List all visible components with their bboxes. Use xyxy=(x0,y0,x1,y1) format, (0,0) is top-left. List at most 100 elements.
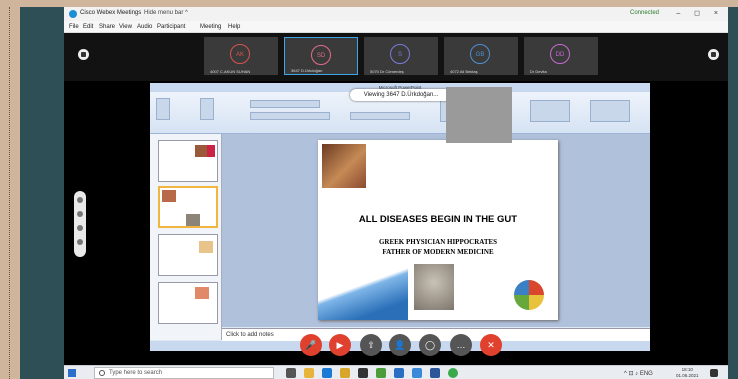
menu-file[interactable]: File xyxy=(69,24,79,30)
search-placeholder: Type here to search xyxy=(109,370,163,376)
annotation-toolbar xyxy=(74,191,86,257)
hippocrates-bust-image xyxy=(414,264,454,310)
chat-button[interactable]: ◯ xyxy=(419,334,441,356)
webex-taskbar-icon[interactable] xyxy=(394,368,404,378)
slide-subtitle-1: GREEK PHYSICIAN HIPPOCRATES xyxy=(378,238,498,246)
word-icon[interactable] xyxy=(430,368,440,378)
expand-strip-icon[interactable] xyxy=(708,49,719,60)
paste-icon[interactable] xyxy=(156,98,170,120)
menu-edit[interactable]: Edit xyxy=(83,24,93,30)
share-button[interactable]: ⇧ xyxy=(360,334,382,356)
participant-name: 3647 D.Ürkdoğan xyxy=(291,68,323,73)
current-slide[interactable]: ALL DISEASES BEGIN IN THE GUT GREEK PHYS… xyxy=(318,140,558,320)
menu-participant[interactable]: Participant xyxy=(157,24,185,30)
font-box[interactable] xyxy=(250,100,320,108)
slide-thumbnail[interactable] xyxy=(158,140,218,182)
menu-meeting[interactable]: Meeting xyxy=(200,24,221,30)
participant-tile[interactable]: GB 4072 Ali Bektaş xyxy=(444,37,518,75)
slide-thumbnail[interactable] xyxy=(158,234,218,276)
more-button[interactable]: … xyxy=(450,334,472,356)
monitor-screen: Cisco Webex Meetings Hide menu bar ^ Con… xyxy=(64,7,728,379)
font-format-row[interactable] xyxy=(250,112,330,120)
slide-thumbnail[interactable] xyxy=(158,282,218,324)
paragraph-row[interactable] xyxy=(350,112,410,120)
chrome-icon[interactable] xyxy=(376,368,386,378)
background-right xyxy=(728,7,738,379)
avatar: DD xyxy=(550,44,570,64)
slide-wave-decoration xyxy=(318,258,408,320)
more-icon: … xyxy=(456,340,466,350)
app-icon[interactable] xyxy=(448,368,458,378)
slide-heading: ALL DISEASES BEGIN IN THE GUT xyxy=(358,214,518,225)
viewing-indicator: Viewing 3647 D.Ürkdoğan... xyxy=(350,89,452,101)
notes-placeholder: Click to add notes xyxy=(226,332,274,338)
window-controls[interactable]: – ◻ × xyxy=(676,9,724,17)
mute-button[interactable]: 🎤 xyxy=(300,334,322,356)
chat-icon: ◯ xyxy=(424,340,436,350)
taskbar-search[interactable]: Type here to search xyxy=(94,367,274,379)
zoom-in-icon[interactable] xyxy=(77,225,83,231)
file-explorer-icon[interactable] xyxy=(304,368,314,378)
clock-date: 01.06.2021 xyxy=(676,373,699,378)
microphone-icon: 🎤 xyxy=(305,340,317,350)
participant-tile[interactable]: DD Dr Devita xyxy=(524,37,598,75)
participant-name: 4072 Ali Bektaş xyxy=(450,69,478,74)
slide-thumbnails xyxy=(150,134,222,340)
connection-status[interactable]: Connected xyxy=(630,10,659,16)
pen-icon[interactable] xyxy=(77,211,83,217)
photos-icon[interactable] xyxy=(412,368,422,378)
app-title: Cisco Webex Meetings xyxy=(80,10,142,16)
participant-name: 4007 C.AKUN SUHAN xyxy=(210,69,251,74)
clock[interactable]: 18:10 01.06.2021 xyxy=(676,367,699,379)
layout-icon[interactable] xyxy=(78,49,89,60)
webex-logo-icon xyxy=(69,10,77,18)
menu-audio[interactable]: Audio xyxy=(137,24,152,30)
leave-button[interactable]: ✕ xyxy=(480,334,502,356)
outer-frame-left xyxy=(0,7,20,379)
video-icon: ▶ xyxy=(336,340,344,350)
webex-title-bar: Cisco Webex Meetings Hide menu bar ^ Con… xyxy=(64,7,728,21)
participant-tile[interactable]: AK 4007 C.AKUN SUHAN xyxy=(204,37,278,75)
video-button[interactable]: ▶ xyxy=(329,334,351,356)
search-icon xyxy=(99,370,105,376)
hippocrates-painting xyxy=(322,144,366,188)
participant-tile-active[interactable]: SD 3647 D.Ürkdoğan xyxy=(284,37,358,75)
slide-subtitle-2: FATHER OF MODERN MEDICINE xyxy=(382,248,494,256)
slide-thumbnail-selected[interactable] xyxy=(158,186,218,228)
participants-button[interactable]: 👤 xyxy=(389,334,411,356)
powerpoint-window: Microsoft PowerPoint Viewing 3647 D.Ürkd… xyxy=(150,83,650,351)
new-slide-icon[interactable] xyxy=(200,98,214,120)
menu-view[interactable]: View xyxy=(119,24,132,30)
zoom-out-icon[interactable] xyxy=(77,239,83,245)
hide-menu-bar-button[interactable]: Hide menu bar ^ xyxy=(144,10,188,16)
background-left xyxy=(20,7,64,379)
share-icon: ⇧ xyxy=(367,340,375,350)
windows-taskbar: Type here to search ^ ⊡ ♪ ENG 18:10 01.0… xyxy=(64,365,728,379)
participant-name: Dr Devita xyxy=(530,69,547,74)
avatar: SD xyxy=(311,45,331,65)
quick-styles[interactable] xyxy=(530,100,570,122)
slide-logo xyxy=(514,280,544,310)
participant-strip: AK 4007 C.AKUN SUHAN SD 3647 D.Ürkdoğan … xyxy=(64,33,728,81)
participant-name: 5070 Dr Cömerdeş xyxy=(370,69,404,74)
edge-icon[interactable] xyxy=(322,368,332,378)
menu-help[interactable]: Help xyxy=(228,24,240,30)
participants-icon: 👤 xyxy=(394,340,406,350)
redacted-overlay xyxy=(446,87,512,143)
store-icon[interactable] xyxy=(358,368,368,378)
windows-start-icon[interactable] xyxy=(68,369,76,377)
outer-frame-top xyxy=(0,0,738,7)
editing-group[interactable] xyxy=(590,100,630,122)
task-view-icon[interactable] xyxy=(286,368,296,378)
pointer-icon[interactable] xyxy=(77,197,83,203)
notification-icon[interactable] xyxy=(710,369,718,377)
folder-icon[interactable] xyxy=(340,368,350,378)
participant-tile[interactable]: S 5070 Dr Cömerdeş xyxy=(364,37,438,75)
slide-editor: ALL DISEASES BEGIN IN THE GUT GREEK PHYS… xyxy=(222,134,650,327)
avatar: AK xyxy=(230,44,250,64)
avatar: S xyxy=(390,44,410,64)
menu-share[interactable]: Share xyxy=(99,24,115,30)
shared-content-area: Microsoft PowerPoint Viewing 3647 D.Ürkd… xyxy=(64,81,728,365)
menu-bar: File Edit Share View Audio Participant M… xyxy=(64,21,728,33)
system-tray[interactable]: ^ ⊡ ♪ ENG xyxy=(624,370,653,377)
